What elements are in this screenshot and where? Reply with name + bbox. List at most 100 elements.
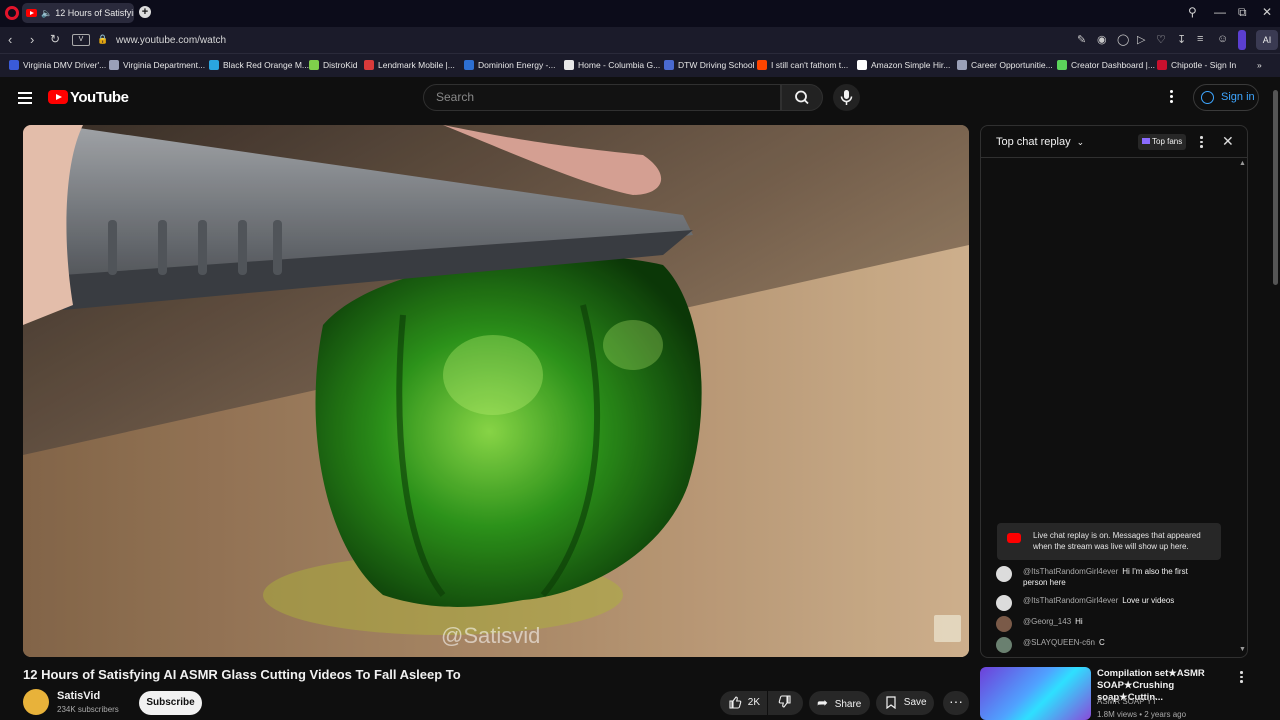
url-field[interactable]: www.youtube.com/watch — [116, 35, 226, 46]
restore-icon[interactable]: ⧉ — [1238, 5, 1247, 20]
sign-in-label: Sign in — [1221, 91, 1255, 103]
youtube-favicon-icon — [26, 9, 37, 17]
chat-scroll-down-icon[interactable]: ▼ — [1239, 646, 1246, 653]
page-scrollbar-thumb[interactable] — [1273, 90, 1278, 285]
chat-more-icon[interactable] — [1200, 136, 1203, 150]
channel-name[interactable]: SatisVid — [57, 690, 100, 702]
subscribe-button[interactable]: Subscribe — [139, 691, 202, 715]
bookmark-favicon-icon — [664, 60, 674, 70]
channel-watermark-badge[interactable] — [934, 615, 961, 642]
subscriber-count: 234K subscribers — [57, 705, 119, 714]
chat-author[interactable]: @Georg_143 — [1023, 617, 1071, 626]
sidebar-toggle[interactable] — [1238, 30, 1246, 50]
bookmark-item[interactable]: Dominion Energy -... — [464, 60, 555, 70]
bookmark-item[interactable]: DTW Driving School — [664, 60, 755, 70]
bookmark-label: Dominion Energy -... — [478, 60, 556, 70]
minimize-icon[interactable]: — — [1214, 5, 1226, 19]
bookmark-label: Black Red Orange M... — [223, 60, 309, 70]
reload-icon[interactable]: ↻ — [50, 32, 60, 46]
vpn-badge[interactable]: V — [72, 34, 90, 46]
close-window-icon[interactable]: ✕ — [1262, 5, 1272, 19]
voice-search-button[interactable] — [833, 84, 860, 111]
bookmark-label: DTW Driving School — [678, 60, 755, 70]
bookmark-item[interactable]: Black Red Orange M... — [209, 60, 309, 70]
search-button[interactable] — [781, 84, 823, 111]
ai-button[interactable]: AI — [1256, 30, 1278, 50]
bookmark-item[interactable]: Home - Columbia G... — [564, 60, 660, 70]
like-button[interactable]: 2K — [720, 691, 767, 715]
top-fans-button[interactable]: Top fans — [1138, 134, 1187, 150]
bookmark-favicon-icon — [464, 60, 474, 70]
opera-logo-icon[interactable] — [5, 6, 19, 20]
bookmark-item[interactable]: Chipotle - Sign In — [1157, 60, 1236, 70]
bookmark-item[interactable]: Amazon Simple Hir... — [857, 60, 950, 70]
recommended-video-meta: 1.8M views • 2 years ago — [1097, 710, 1187, 719]
channel-avatar[interactable] — [23, 689, 49, 715]
download-icon[interactable]: ↧ — [1177, 33, 1186, 46]
chat-avatar[interactable] — [996, 637, 1012, 653]
lock-icon[interactable]: 🔒 — [97, 34, 108, 45]
chat-avatar[interactable] — [996, 616, 1012, 632]
recommended-video-thumbnail[interactable] — [980, 667, 1091, 720]
bookmark-item[interactable]: Virginia DMV Driver'... — [9, 60, 106, 70]
chat-author[interactable]: @ItsThatRandomGirl4ever — [1023, 596, 1118, 605]
recommended-more-icon[interactable] — [1240, 671, 1243, 685]
bookmarks-overflow-icon[interactable]: » — [1257, 60, 1262, 70]
share-label: Share — [834, 699, 862, 710]
edit-icon[interactable]: ✎ — [1077, 33, 1086, 46]
camera-icon[interactable]: ◉ — [1097, 33, 1107, 46]
save-button[interactable]: Save — [876, 691, 934, 715]
address-toolbar: ‹ › ↻ V 🔒 www.youtube.com/watch ✎ ◉ ◯ ▷ … — [0, 27, 1280, 53]
crown-icon — [1142, 138, 1150, 144]
hamburger-menu-icon[interactable] — [18, 92, 32, 104]
youtube-notice-icon — [1007, 533, 1021, 543]
bookmark-save-icon — [886, 696, 896, 710]
thumbs-up-icon — [729, 696, 742, 709]
chat-avatar[interactable] — [996, 595, 1012, 611]
heart-icon[interactable]: ♡ — [1156, 33, 1166, 46]
bookmark-label: DistroKid — [323, 60, 358, 70]
more-actions-icon[interactable]: ··· — [943, 691, 969, 715]
back-icon[interactable]: ‹ — [8, 32, 12, 47]
recommended-video-channel[interactable]: ASMR SOAP YT — [1097, 697, 1157, 706]
chat-mode-dropdown[interactable]: Top chat replay ⌄ — [996, 136, 1084, 148]
bookmark-item[interactable]: Career Opportunitie... — [957, 60, 1053, 70]
share-button[interactable]: ➦ Share — [809, 691, 870, 715]
bookmark-item[interactable]: Virginia Department... — [109, 60, 205, 70]
search-input[interactable]: Search — [423, 84, 781, 111]
player-icon[interactable]: ▷ — [1137, 33, 1145, 46]
profile-icon[interactable]: ☺ — [1217, 33, 1228, 45]
new-tab-button[interactable]: + — [139, 6, 151, 18]
bookmark-favicon-icon — [109, 60, 119, 70]
like-count: 2K — [747, 697, 761, 708]
bookmark-label: Virginia Department... — [123, 60, 206, 70]
shield-icon[interactable]: ◯ — [1117, 33, 1129, 46]
settings-kebab-icon[interactable] — [1170, 90, 1174, 106]
chat-scroll-up-icon[interactable]: ▲ — [1239, 160, 1246, 167]
chat-avatar[interactable] — [996, 566, 1012, 582]
video-player[interactable]: @Satisvid — [23, 125, 969, 657]
page-scrollbar[interactable] — [1271, 78, 1280, 720]
bookmarks-bar: Virginia DMV Driver'... Virginia Departme… — [0, 53, 1280, 77]
dislike-button[interactable] — [768, 691, 803, 715]
browser-tab-active[interactable]: 🔈 12 Hours of Satisfying — [22, 3, 134, 23]
sign-in-button[interactable]: Sign in — [1193, 84, 1259, 111]
search-tabs-icon[interactable]: ⚲ — [1188, 5, 1197, 19]
bookmark-item[interactable]: Lendmark Mobile |... — [364, 60, 455, 70]
close-chat-icon[interactable]: ✕ — [1222, 133, 1234, 150]
chat-text: Love ur videos — [1122, 596, 1175, 605]
bookmark-favicon-icon — [857, 60, 867, 70]
chat-text: C — [1099, 638, 1105, 647]
youtube-logo-icon[interactable] — [48, 90, 68, 104]
speaker-icon[interactable]: 🔈 — [41, 8, 52, 19]
bookmark-item[interactable]: DistroKid — [309, 60, 357, 70]
youtube-logo-text[interactable]: YouTube — [70, 89, 129, 106]
bookmark-item[interactable]: I still can't fathom t... — [757, 60, 848, 70]
bookmark-item[interactable]: Creator Dashboard |... — [1057, 60, 1155, 70]
chat-author[interactable]: @SLAYQUEEN-c6n — [1023, 638, 1095, 647]
bookmark-favicon-icon — [1157, 60, 1167, 70]
forward-icon[interactable]: › — [30, 32, 34, 47]
menu-icon[interactable]: ≡ — [1197, 33, 1203, 45]
chat-replay-notice-text: Live chat replay is on. Messages that ap… — [1033, 531, 1201, 551]
chat-author[interactable]: @ItsThatRandomGirl4ever — [1023, 567, 1118, 576]
